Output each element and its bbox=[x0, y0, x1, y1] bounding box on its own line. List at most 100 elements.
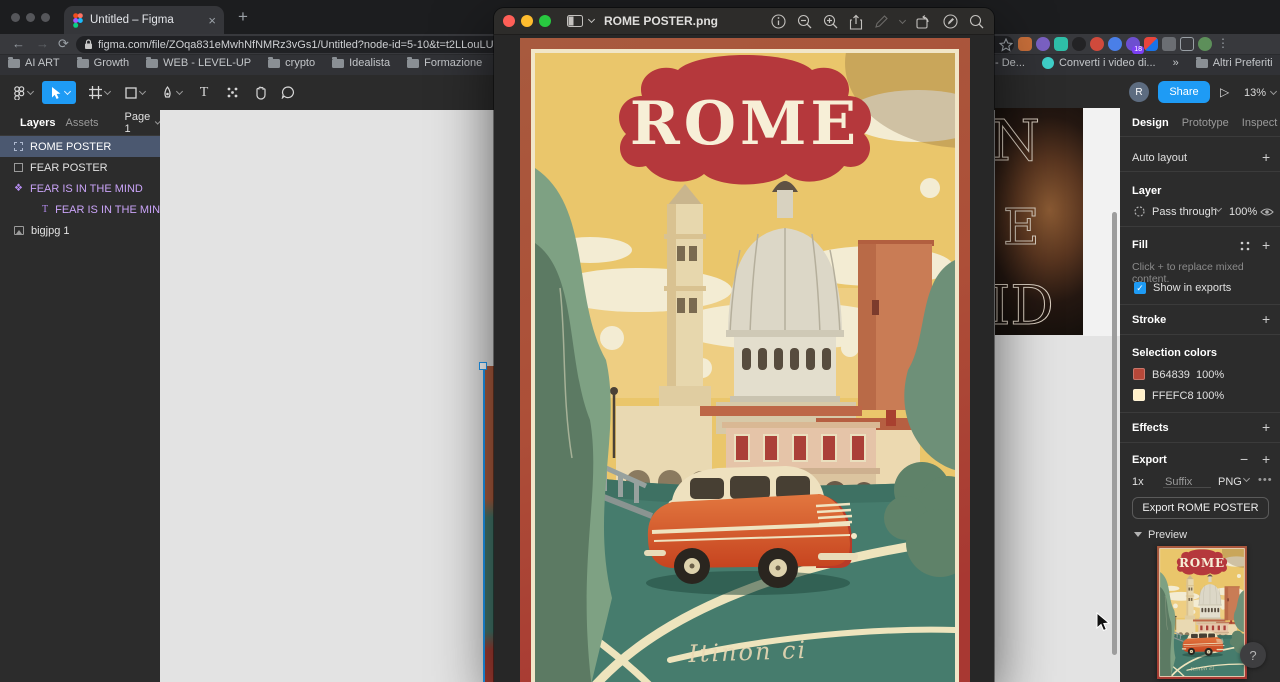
forward-icon[interactable]: → bbox=[36, 36, 49, 52]
puzzle-icon[interactable] bbox=[1162, 37, 1176, 51]
color-hex[interactable]: B64839 bbox=[1152, 369, 1190, 381]
chevron-down-icon[interactable] bbox=[899, 16, 906, 23]
bookmark-item[interactable]: crypto bbox=[268, 57, 315, 69]
preview-toggle[interactable]: Preview bbox=[1134, 529, 1187, 541]
chevron-down-icon[interactable] bbox=[588, 16, 595, 23]
frame-tool[interactable] bbox=[84, 81, 114, 104]
bookmarks-overflow-chevron[interactable]: » bbox=[1173, 57, 1179, 69]
layer-row-text[interactable]: T FEAR IS IN THE MIND bbox=[0, 199, 160, 220]
tab-inspect[interactable]: Inspect bbox=[1242, 117, 1277, 129]
profile-avatar[interactable] bbox=[1198, 37, 1212, 51]
export-options-icon[interactable]: ••• bbox=[1258, 474, 1273, 486]
extension-icon[interactable] bbox=[1018, 37, 1032, 51]
zoom-out-icon[interactable] bbox=[797, 14, 812, 29]
sites-icon[interactable] bbox=[1180, 37, 1194, 51]
text-tool[interactable]: T bbox=[192, 81, 216, 104]
blend-mode-icon[interactable] bbox=[1134, 206, 1145, 217]
minimize-icon[interactable] bbox=[521, 15, 533, 27]
export-format-dropdown[interactable]: PNG bbox=[1218, 476, 1242, 488]
export-scale[interactable]: 1x bbox=[1132, 476, 1144, 488]
tab-layers[interactable]: Layers bbox=[20, 117, 55, 129]
extension-icon[interactable] bbox=[1144, 37, 1158, 51]
tab-prototype[interactable]: Prototype bbox=[1182, 117, 1229, 129]
bookmark-item[interactable]: WEB - LEVEL-UP bbox=[146, 57, 251, 69]
bookmark-item[interactable]: Altri Preferiti bbox=[1196, 57, 1273, 69]
comment-tool[interactable] bbox=[276, 81, 300, 104]
browser-tab[interactable]: Untitled – Figma × bbox=[64, 6, 224, 34]
layer-row-rome-poster[interactable]: ROME POSTER bbox=[0, 136, 160, 157]
auto-layout-add-button[interactable]: + bbox=[1262, 150, 1270, 164]
zoom-level-dropdown[interactable]: 13% bbox=[1244, 87, 1276, 99]
extension-icon[interactable] bbox=[1054, 37, 1068, 51]
pen-tool[interactable] bbox=[156, 81, 186, 104]
effects-add-button[interactable]: + bbox=[1262, 420, 1270, 434]
bookmark-item[interactable]: Idealista bbox=[332, 57, 390, 69]
reload-icon[interactable]: ⟳ bbox=[58, 36, 69, 52]
tab-close-icon[interactable]: × bbox=[208, 14, 216, 27]
hand-tool[interactable] bbox=[248, 81, 272, 104]
share-button[interactable]: Share bbox=[1158, 81, 1210, 103]
shape-tool[interactable] bbox=[120, 81, 150, 104]
canvas-scrollbar[interactable] bbox=[1112, 212, 1117, 655]
export-button[interactable]: Export ROME POSTER bbox=[1132, 497, 1269, 519]
bookmark-item[interactable]: AI ART bbox=[8, 57, 60, 69]
fullscreen-icon[interactable] bbox=[539, 15, 551, 27]
export-remove-button[interactable]: − bbox=[1240, 452, 1248, 466]
window-zoom-button[interactable] bbox=[41, 13, 50, 22]
move-tool[interactable] bbox=[42, 81, 76, 104]
bookmark-star-icon[interactable] bbox=[999, 38, 1013, 52]
page-selector[interactable]: Page 1 bbox=[125, 111, 161, 135]
extension-icon[interactable] bbox=[1108, 37, 1122, 51]
close-icon[interactable] bbox=[503, 15, 515, 27]
layer-row-fear-poster[interactable]: FEAR POSTER bbox=[0, 157, 160, 178]
info-icon[interactable] bbox=[771, 14, 786, 29]
bookmark-item[interactable]: - De... bbox=[995, 57, 1025, 69]
help-button[interactable]: ? bbox=[1240, 642, 1266, 668]
selection-handle[interactable] bbox=[479, 362, 487, 370]
back-icon[interactable]: ← bbox=[12, 36, 25, 52]
layers-panel-header: Layers Assets Page 1 bbox=[0, 110, 160, 136]
tab-design[interactable]: Design bbox=[1132, 117, 1169, 129]
markup-pencil-icon[interactable] bbox=[874, 14, 889, 29]
new-tab-button[interactable]: + bbox=[238, 8, 248, 25]
show-in-exports-checkbox[interactable]: ✓ bbox=[1134, 282, 1146, 294]
extension-icon[interactable] bbox=[1036, 37, 1050, 51]
zoom-in-icon[interactable] bbox=[823, 14, 838, 29]
color-swatch[interactable] bbox=[1133, 389, 1145, 401]
export-add-button[interactable]: + bbox=[1262, 452, 1270, 466]
resources-tool[interactable] bbox=[220, 81, 244, 104]
blend-mode-value[interactable]: Pass through bbox=[1152, 206, 1217, 218]
color-opacity[interactable]: 100% bbox=[1196, 390, 1224, 402]
window-minimize-button[interactable] bbox=[26, 13, 35, 22]
search-icon[interactable] bbox=[969, 14, 984, 29]
tab-assets[interactable]: Assets bbox=[65, 117, 98, 129]
present-play-icon[interactable]: ▷ bbox=[1220, 85, 1229, 99]
rotate-icon[interactable] bbox=[916, 15, 932, 29]
layer-row-image[interactable]: bigjpg 1 bbox=[0, 220, 160, 241]
figma-main-menu[interactable] bbox=[8, 81, 38, 104]
browser-menu-icon[interactable]: ⋮ bbox=[1216, 37, 1230, 51]
color-opacity[interactable]: 100% bbox=[1196, 369, 1224, 381]
quicklook-window[interactable]: ROME POSTER.png bbox=[494, 8, 994, 682]
bookmark-item[interactable]: Converti i video di... bbox=[1042, 57, 1156, 69]
extension-icon[interactable] bbox=[1090, 37, 1104, 51]
layer-row-component[interactable]: ❖ FEAR IS IN THE MIND bbox=[0, 178, 160, 199]
color-swatch[interactable] bbox=[1133, 368, 1145, 380]
color-hex[interactable]: FFEFC8 bbox=[1152, 390, 1194, 402]
bookmark-item[interactable]: Growth bbox=[77, 57, 129, 69]
share-icon[interactable] bbox=[849, 14, 863, 30]
fear-poster-fragment[interactable]: N E ID bbox=[995, 108, 1083, 335]
fill-add-button[interactable]: + bbox=[1262, 238, 1270, 252]
bookmark-item[interactable]: Formazione bbox=[407, 57, 482, 69]
extension-icon[interactable] bbox=[1072, 37, 1086, 51]
quicklook-titlebar[interactable]: ROME POSTER.png bbox=[494, 8, 994, 35]
markup-toolbar-icon[interactable] bbox=[943, 14, 958, 29]
stroke-add-button[interactable]: + bbox=[1262, 312, 1270, 326]
sidebar-toggle-icon[interactable] bbox=[567, 15, 583, 27]
user-avatar[interactable]: R bbox=[1129, 82, 1149, 102]
window-close-button[interactable] bbox=[11, 13, 20, 22]
eye-icon[interactable] bbox=[1260, 207, 1274, 217]
layer-opacity-value[interactable]: 100% bbox=[1229, 206, 1257, 218]
styles-icon[interactable] bbox=[1240, 241, 1250, 251]
extension-icon[interactable]: 18 bbox=[1126, 37, 1140, 51]
